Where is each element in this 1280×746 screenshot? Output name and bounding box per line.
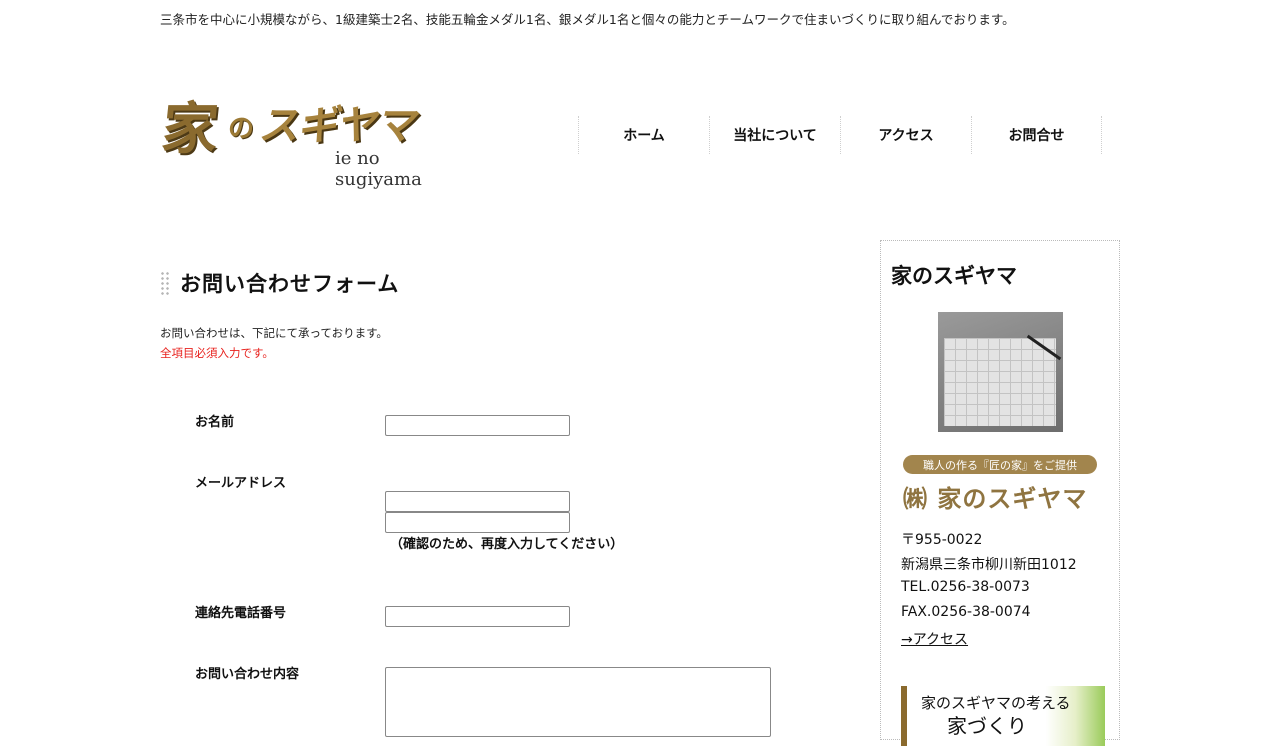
photo-grid-board [944, 338, 1056, 426]
banner-line2: 家づくり [947, 714, 1027, 738]
concept-banner[interactable]: 家のスギヤマの考える 家づくり [901, 686, 1105, 746]
nav-item-home[interactable]: ホーム [578, 116, 709, 154]
page-title-text: お問い合わせフォーム [180, 272, 400, 296]
email-confirm-input[interactable] [385, 512, 570, 533]
name-label: お名前 [195, 415, 235, 430]
sidebar-access-link[interactable]: →アクセス [901, 629, 968, 649]
address: 新潟県三条市柳川新田1012 [901, 557, 1077, 573]
phone-input[interactable] [385, 606, 570, 627]
inquiry-label: お問い合わせ内容 [195, 667, 300, 682]
required-note: 全項目必須入力です。 [160, 346, 274, 360]
email-confirm-note: （確認のため、再度入力してください） [390, 537, 624, 552]
catch-pill: 職人の作る『匠の家』をご提供 [903, 455, 1097, 474]
inquiry-textarea[interactable] [385, 667, 771, 737]
tel: TEL.0256-38-0073 [901, 579, 1030, 595]
title-dotted-bar [160, 271, 170, 295]
logo-roman: ie no sugiyama [335, 148, 422, 190]
fax: FAX.0256-38-0074 [901, 604, 1031, 620]
company-name: ㈱ 家のスギヤマ [903, 485, 1088, 513]
sidebar: 家のスギヤマ 職人の作る『匠の家』をご提供 ㈱ 家のスギヤマ 〒955-0022… [880, 240, 1120, 746]
nav-item-about[interactable]: 当社について [709, 116, 840, 154]
logo-kanji: 家 [158, 96, 222, 162]
name-input[interactable] [385, 415, 570, 436]
phone-label: 連絡先電話番号 [195, 606, 287, 621]
site-tagline: 三条市を中心に小規模ながら、1級建築士2名、技能五輪金メダル1名、銀メダル1名と… [160, 12, 1015, 27]
site-logo[interactable]: 家 の スギヤマ ie no sugiyama [158, 94, 470, 190]
sidebar-photo [938, 312, 1063, 432]
nav-item-access[interactable]: アクセス [840, 116, 971, 154]
postal-code: 〒955-0022 [901, 532, 983, 548]
page-title: お問い合わせフォーム [160, 268, 399, 298]
global-nav: ホーム 当社について アクセス お問合せ [578, 116, 1102, 154]
nav-item-contact[interactable]: お問合せ [971, 116, 1102, 154]
sidebar-title: 家のスギヤマ [891, 264, 1017, 288]
intro-text: お問い合わせは、下記にて承っております。 [160, 326, 388, 340]
logo-katakana: スギヤマ [258, 103, 415, 149]
logo-no: の [228, 114, 255, 144]
email-label: メールアドレス [195, 476, 287, 491]
email-input[interactable] [385, 491, 570, 512]
